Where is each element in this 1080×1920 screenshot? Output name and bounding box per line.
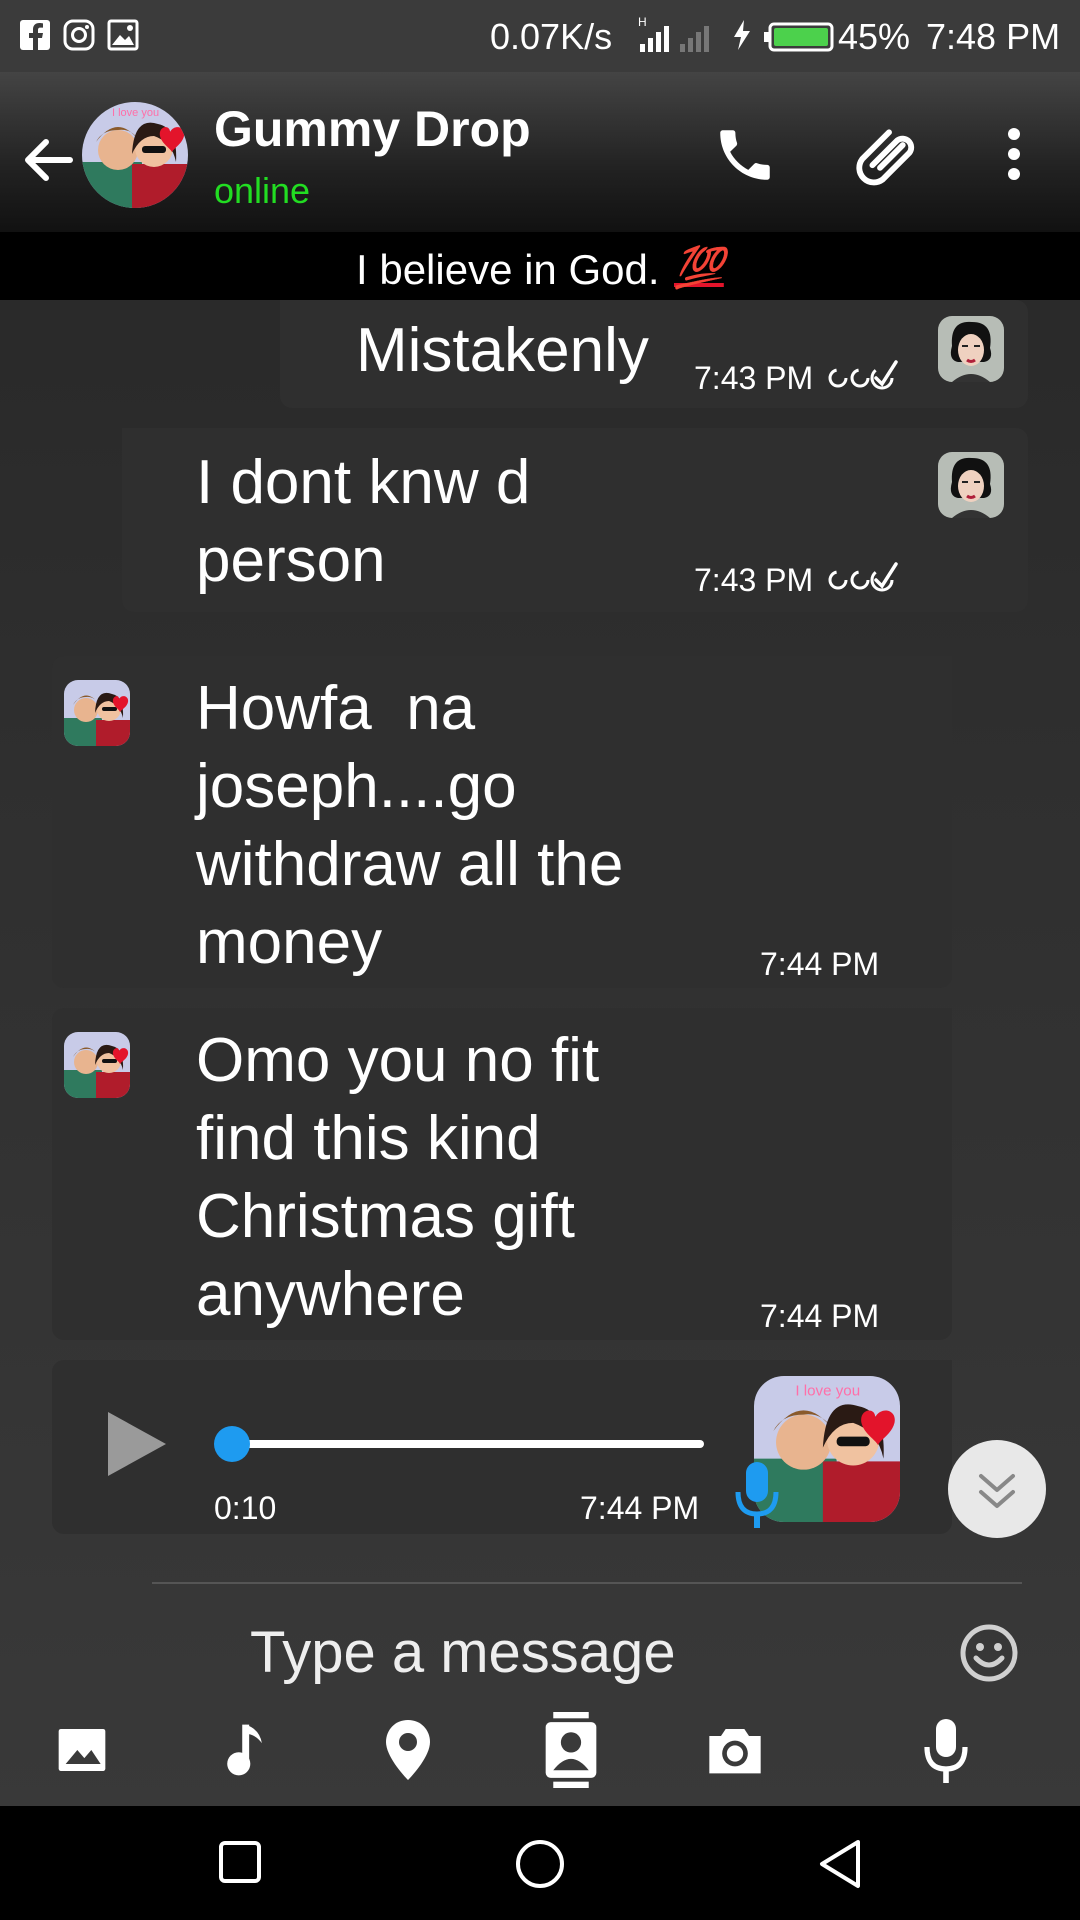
voice-mic-icon [735, 1462, 779, 1528]
message-text: Omo you no fit find this kind Christmas … [196, 1026, 600, 1329]
back-icon[interactable] [816, 1838, 864, 1890]
svg-text:I love you: I love you [795, 1382, 860, 1399]
avatar-illustration [64, 680, 130, 746]
contact-icon[interactable] [540, 1712, 602, 1788]
svg-text:I love you: I love you [112, 107, 159, 119]
sender-avatar [938, 316, 1004, 382]
message-bubble-incoming[interactable]: Omo you no fit find this kind Christmas … [52, 1008, 952, 1340]
message-time: 7:44 PM [580, 1490, 700, 1526]
contact-avatar[interactable]: I love you [82, 102, 188, 208]
attach-toolbar [0, 1700, 1080, 1806]
svg-text:H: H [638, 15, 647, 29]
own-avatar-illustration [938, 316, 1004, 382]
contact-about: I believe in God. [356, 246, 660, 293]
voice-duration: 0:10 [214, 1490, 277, 1526]
message-bubble-outgoing[interactable]: I dont knw d person 7:43 PM [122, 428, 1028, 612]
contact-status: online [214, 170, 311, 211]
recents-icon[interactable] [218, 1840, 262, 1884]
gallery-icon[interactable] [54, 1722, 110, 1778]
battery-percent: 45% [838, 16, 911, 57]
message-text: Mistakenly [356, 316, 649, 385]
mic-icon[interactable] [922, 1716, 970, 1786]
message-input[interactable] [250, 1612, 930, 1692]
contact-about-strip: I believe in God. 💯 [0, 232, 1080, 300]
message-bubble-outgoing[interactable]: Mistakenly 7:43 PM [280, 300, 1028, 408]
contact-name[interactable]: Gummy Drop [214, 100, 531, 158]
avatar-illustration: I love you [82, 102, 188, 208]
read-receipt-icon [828, 360, 898, 390]
scroll-to-bottom-button[interactable] [948, 1440, 1046, 1538]
message-time: 7:44 PM [760, 946, 880, 982]
voice-progress-thumb[interactable] [214, 1426, 250, 1462]
voice-progress-track[interactable] [216, 1440, 704, 1448]
message-time: 7:44 PM [760, 1298, 880, 1334]
camera-icon[interactable] [704, 1722, 766, 1778]
own-avatar-illustration [938, 452, 1004, 518]
voice-note-bubble[interactable]: 0:10 7:44 PM I love you [52, 1360, 952, 1534]
composer-divider [152, 1582, 1022, 1584]
battery-icon [764, 22, 834, 52]
home-icon[interactable] [514, 1838, 566, 1890]
charging-icon [734, 20, 750, 50]
hundred-emoji: 💯 [674, 246, 724, 290]
message-text: Howfa na joseph....go withdraw all the m… [196, 674, 624, 977]
play-icon[interactable] [104, 1408, 170, 1480]
image-notification-icon [107, 19, 139, 51]
message-time: 7:43 PM [694, 562, 814, 598]
message-bubble-incoming[interactable]: Howfa na joseph....go withdraw all the m… [52, 656, 952, 988]
clock: 7:48 PM [926, 16, 1061, 57]
more-options-icon[interactable] [994, 124, 1034, 184]
avatar-illustration [64, 1032, 130, 1098]
read-receipt-icon [828, 562, 898, 592]
network-speed: 0.07K/s [490, 16, 613, 57]
chat-header: I love you Gummy Drop online [0, 72, 1080, 232]
chevron-double-down-icon [979, 1474, 1015, 1508]
message-text: I dont knw d person [196, 448, 531, 595]
signal-icon: H [638, 15, 709, 52]
contact-avatar-small [64, 680, 130, 746]
phone-call-icon[interactable] [712, 122, 778, 188]
facebook-icon [20, 20, 50, 50]
contact-avatar-small [64, 1032, 130, 1098]
music-icon[interactable] [220, 1720, 276, 1780]
status-bar: 0.07K/s H 45% 7:48 PM [0, 0, 1080, 72]
instagram-icon [63, 19, 95, 51]
emoji-icon[interactable] [958, 1622, 1020, 1684]
system-nav-bar [0, 1806, 1080, 1920]
message-time: 7:43 PM [694, 360, 814, 396]
attachment-icon[interactable] [852, 120, 922, 190]
location-icon[interactable] [384, 1718, 432, 1782]
sender-avatar [938, 452, 1004, 518]
back-arrow-icon[interactable] [20, 132, 76, 188]
